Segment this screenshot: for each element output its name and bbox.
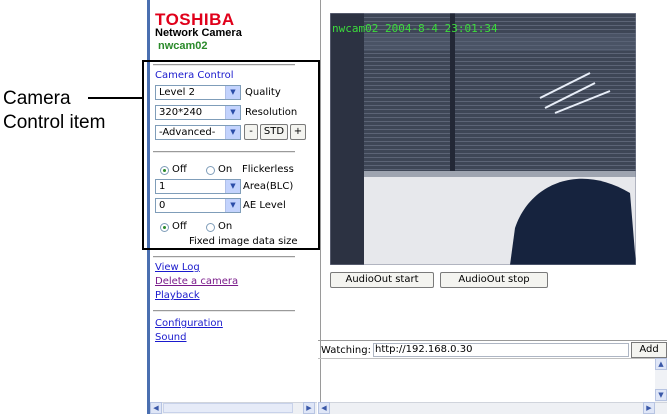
camera-name: nwcam02 [158, 40, 208, 52]
delete-camera-link[interactable]: Delete a camera [155, 276, 238, 287]
watching-separator [318, 340, 667, 341]
watching-url-value: http://192.168.0.30 [375, 344, 473, 355]
audio-out-start-button[interactable]: AudioOut start [330, 272, 434, 288]
watching-label: Watching: [321, 345, 371, 356]
scroll-left-icon[interactable]: ◀ [150, 402, 162, 414]
brand-subtitle: Network Camera [155, 27, 242, 39]
scroll-down-icon[interactable]: ▼ [655, 389, 667, 401]
divider [153, 256, 295, 258]
sound-link[interactable]: Sound [155, 332, 187, 343]
video-timestamp-overlay: nwcam02 2004-8-4 23:01:34 [332, 22, 498, 35]
callout-line1: Camera [3, 88, 71, 109]
video-image [330, 13, 636, 265]
callout-leader-line [88, 97, 142, 99]
view-log-link[interactable]: View Log [155, 262, 200, 273]
camera-control-highlight-box [142, 60, 320, 250]
scroll-right-icon[interactable]: ▶ [643, 402, 655, 414]
callout-line2: Control item [3, 112, 106, 133]
scroll-left-icon[interactable]: ◀ [318, 402, 330, 414]
scroll-right-icon[interactable]: ▶ [303, 402, 315, 414]
audio-out-stop-button[interactable]: AudioOut stop [440, 272, 548, 288]
watching-url-input[interactable]: http://192.168.0.30 [373, 343, 629, 357]
divider [153, 310, 295, 312]
camera-video-feed [330, 13, 636, 265]
scroll-up-icon[interactable]: ▲ [655, 358, 667, 370]
scrollbar-thumb[interactable] [163, 403, 293, 413]
configuration-link[interactable]: Configuration [155, 318, 223, 329]
callout-label: Camera Control item [3, 87, 105, 135]
right-horizontal-scrollbar[interactable] [318, 402, 667, 414]
add-button[interactable]: Add [631, 342, 667, 358]
playback-link[interactable]: Playback [155, 290, 200, 301]
